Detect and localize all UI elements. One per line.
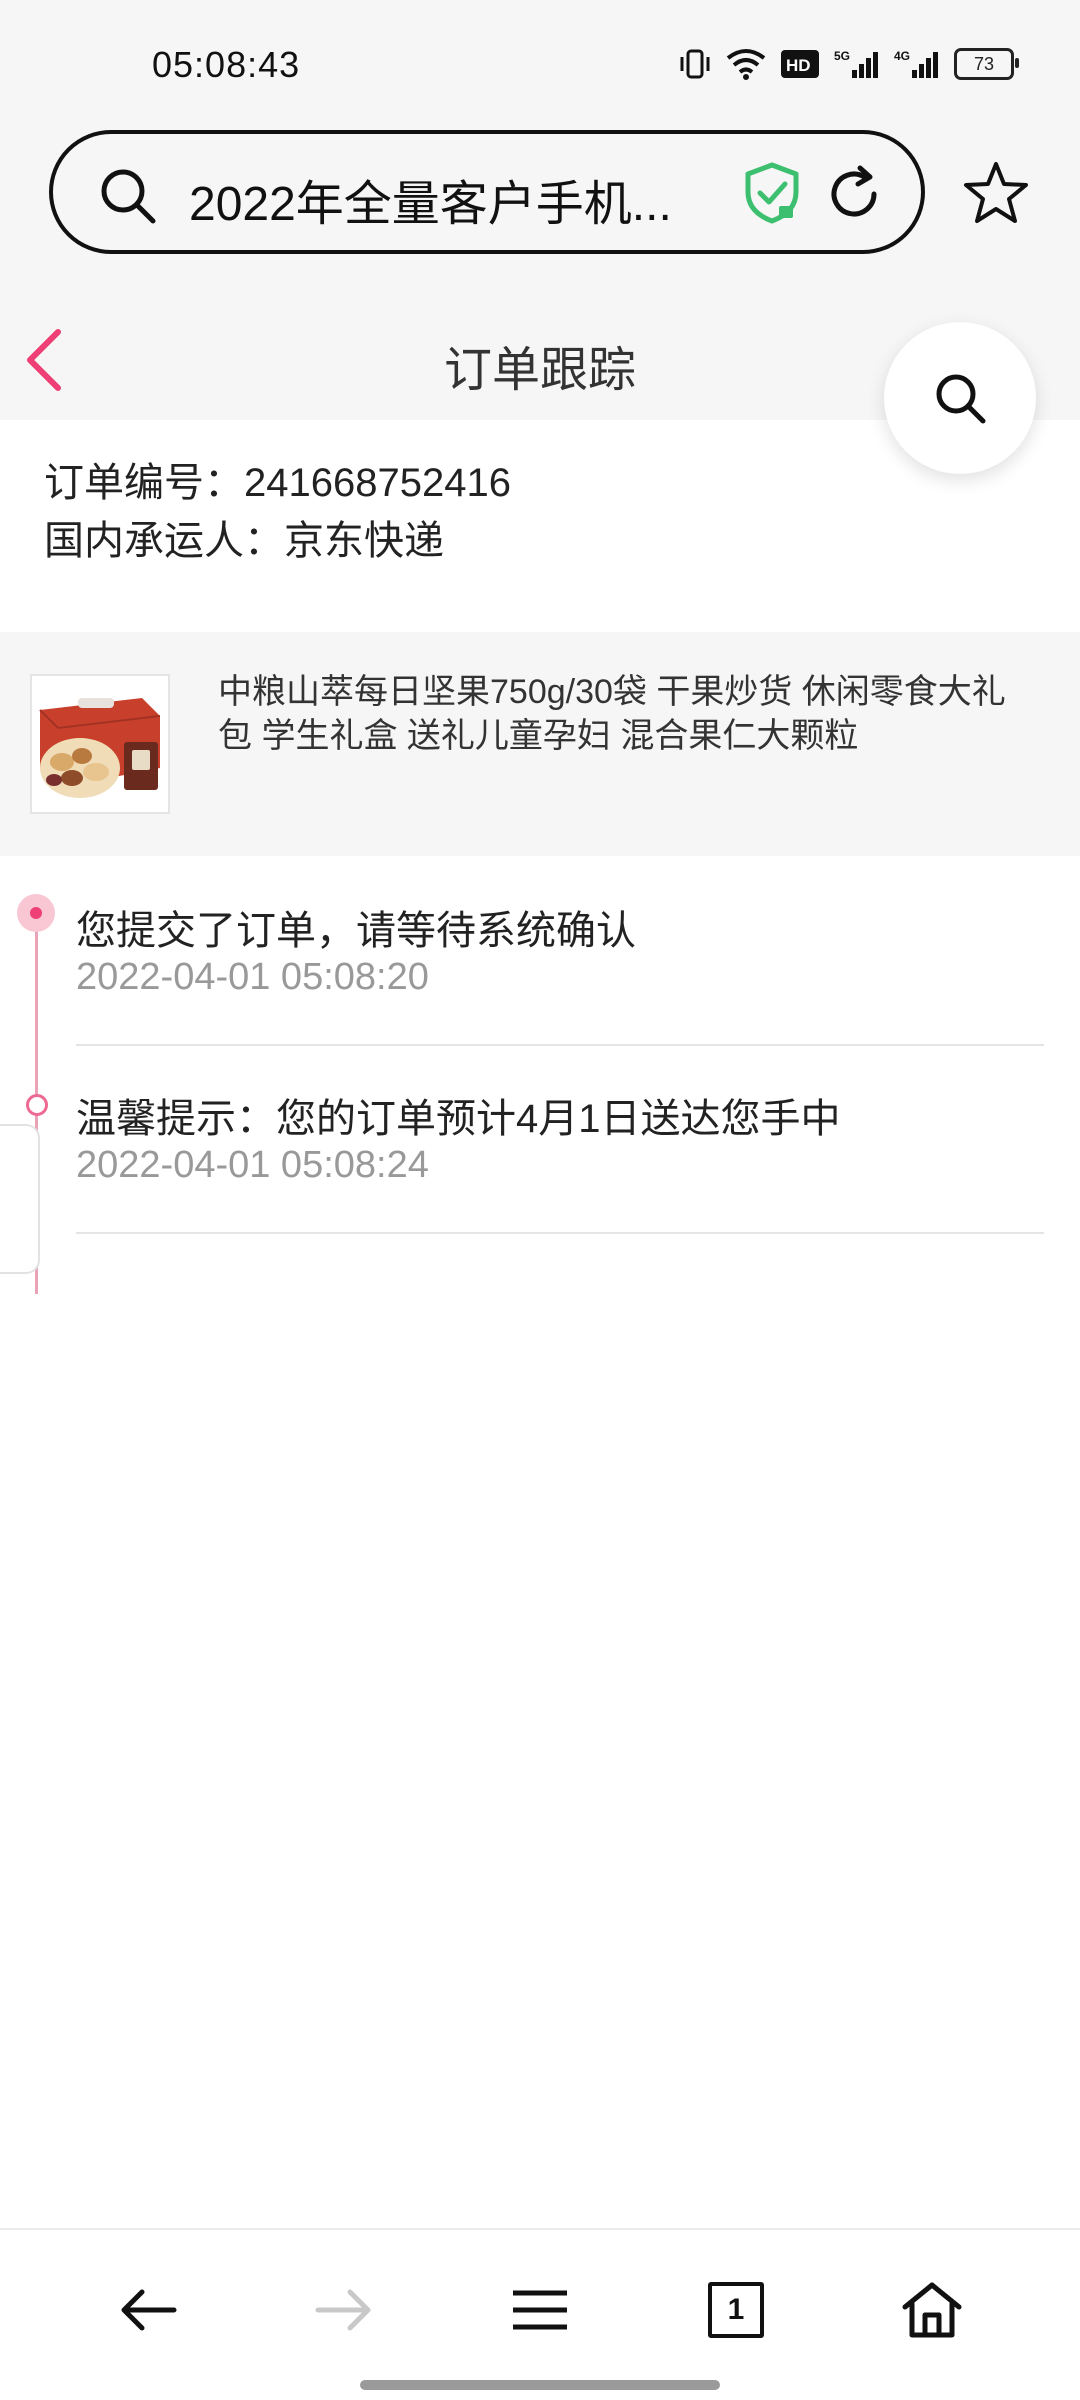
status-icons: HD 5G 4G 73 bbox=[678, 48, 1019, 80]
svg-text:HD: HD bbox=[786, 56, 811, 75]
product-image[interactable] bbox=[30, 674, 170, 814]
security-shield-icon[interactable] bbox=[743, 162, 801, 224]
star-icon[interactable] bbox=[962, 160, 1030, 226]
vibrate-icon bbox=[680, 49, 710, 79]
order-number: 订单编号：241668752416 bbox=[44, 461, 511, 505]
arrow-right-icon bbox=[315, 2289, 371, 2331]
floating-search-button[interactable] bbox=[884, 322, 1036, 474]
status-time: 05:08:43 bbox=[152, 44, 301, 85]
tab-count-icon: 1 bbox=[708, 2282, 764, 2338]
home-indicator[interactable] bbox=[360, 2380, 720, 2390]
search-icon bbox=[101, 169, 156, 224]
battery-icon: 73 bbox=[954, 48, 1019, 80]
menu-icon bbox=[513, 2290, 567, 2330]
bottom-nav: 1 bbox=[0, 2228, 1080, 2400]
order-carrier: 国内承运人：京东快递 bbox=[44, 519, 444, 563]
nav-menu-button[interactable] bbox=[500, 2270, 580, 2350]
arrow-left-icon bbox=[121, 2289, 177, 2331]
timeline-divider bbox=[76, 1232, 1044, 1234]
nav-tabs-button[interactable]: 1 bbox=[696, 2270, 776, 2350]
timeline-divider bbox=[76, 1044, 1044, 1046]
signal-4g-icon: 4G bbox=[894, 49, 938, 78]
address-text[interactable]: 2022年全量客户手机... bbox=[189, 164, 689, 234]
svg-text:5G: 5G bbox=[834, 49, 850, 63]
reload-icon[interactable] bbox=[824, 164, 884, 224]
signal-5g-icon: 5G bbox=[834, 49, 878, 78]
search-icon bbox=[936, 374, 986, 424]
product-item[interactable]: 中粮山萃每日坚果750g/30袋 干果炒货 休闲零食大礼包 学生礼盒 送礼儿童孕… bbox=[0, 632, 1080, 856]
timeline-dot bbox=[26, 1094, 48, 1116]
product-name[interactable]: 中粮山萃每日坚果750g/30袋 干果炒货 休闲零食大礼包 学生礼盒 送礼儿童孕… bbox=[218, 670, 1038, 758]
hd-icon: HD bbox=[781, 50, 819, 78]
nut-gift-box-image bbox=[32, 676, 168, 812]
battery-level: 73 bbox=[973, 53, 995, 74]
svg-text:4G: 4G bbox=[894, 49, 910, 63]
nav-back-button[interactable] bbox=[108, 2270, 188, 2350]
timeline-event-time: 2022-04-01 05:08:20 bbox=[76, 956, 429, 998]
address-bar[interactable]: 2022年全量客户手机... bbox=[49, 130, 925, 254]
home-icon bbox=[902, 2282, 962, 2338]
timeline-event-text: 您提交了订单，请等待系统确认 bbox=[76, 909, 636, 953]
nav-home-button[interactable] bbox=[892, 2270, 972, 2350]
status-bar: 05:08:43 HD 5G 4G 73 bbox=[0, 0, 1080, 130]
nav-forward-button[interactable] bbox=[304, 2270, 384, 2350]
side-drawer-handle[interactable] bbox=[0, 1124, 40, 1274]
timeline-dot-current bbox=[17, 894, 55, 932]
tracking-timeline: 您提交了订单，请等待系统确认 2022-04-01 05:08:20 温馨提示：… bbox=[0, 856, 1080, 1294]
timeline-event-text: 温馨提示：您的订单预计4月1日送达您手中 bbox=[76, 1097, 841, 1141]
timeline-event-time: 2022-04-01 05:08:24 bbox=[76, 1144, 429, 1186]
wifi-icon bbox=[726, 49, 766, 80]
